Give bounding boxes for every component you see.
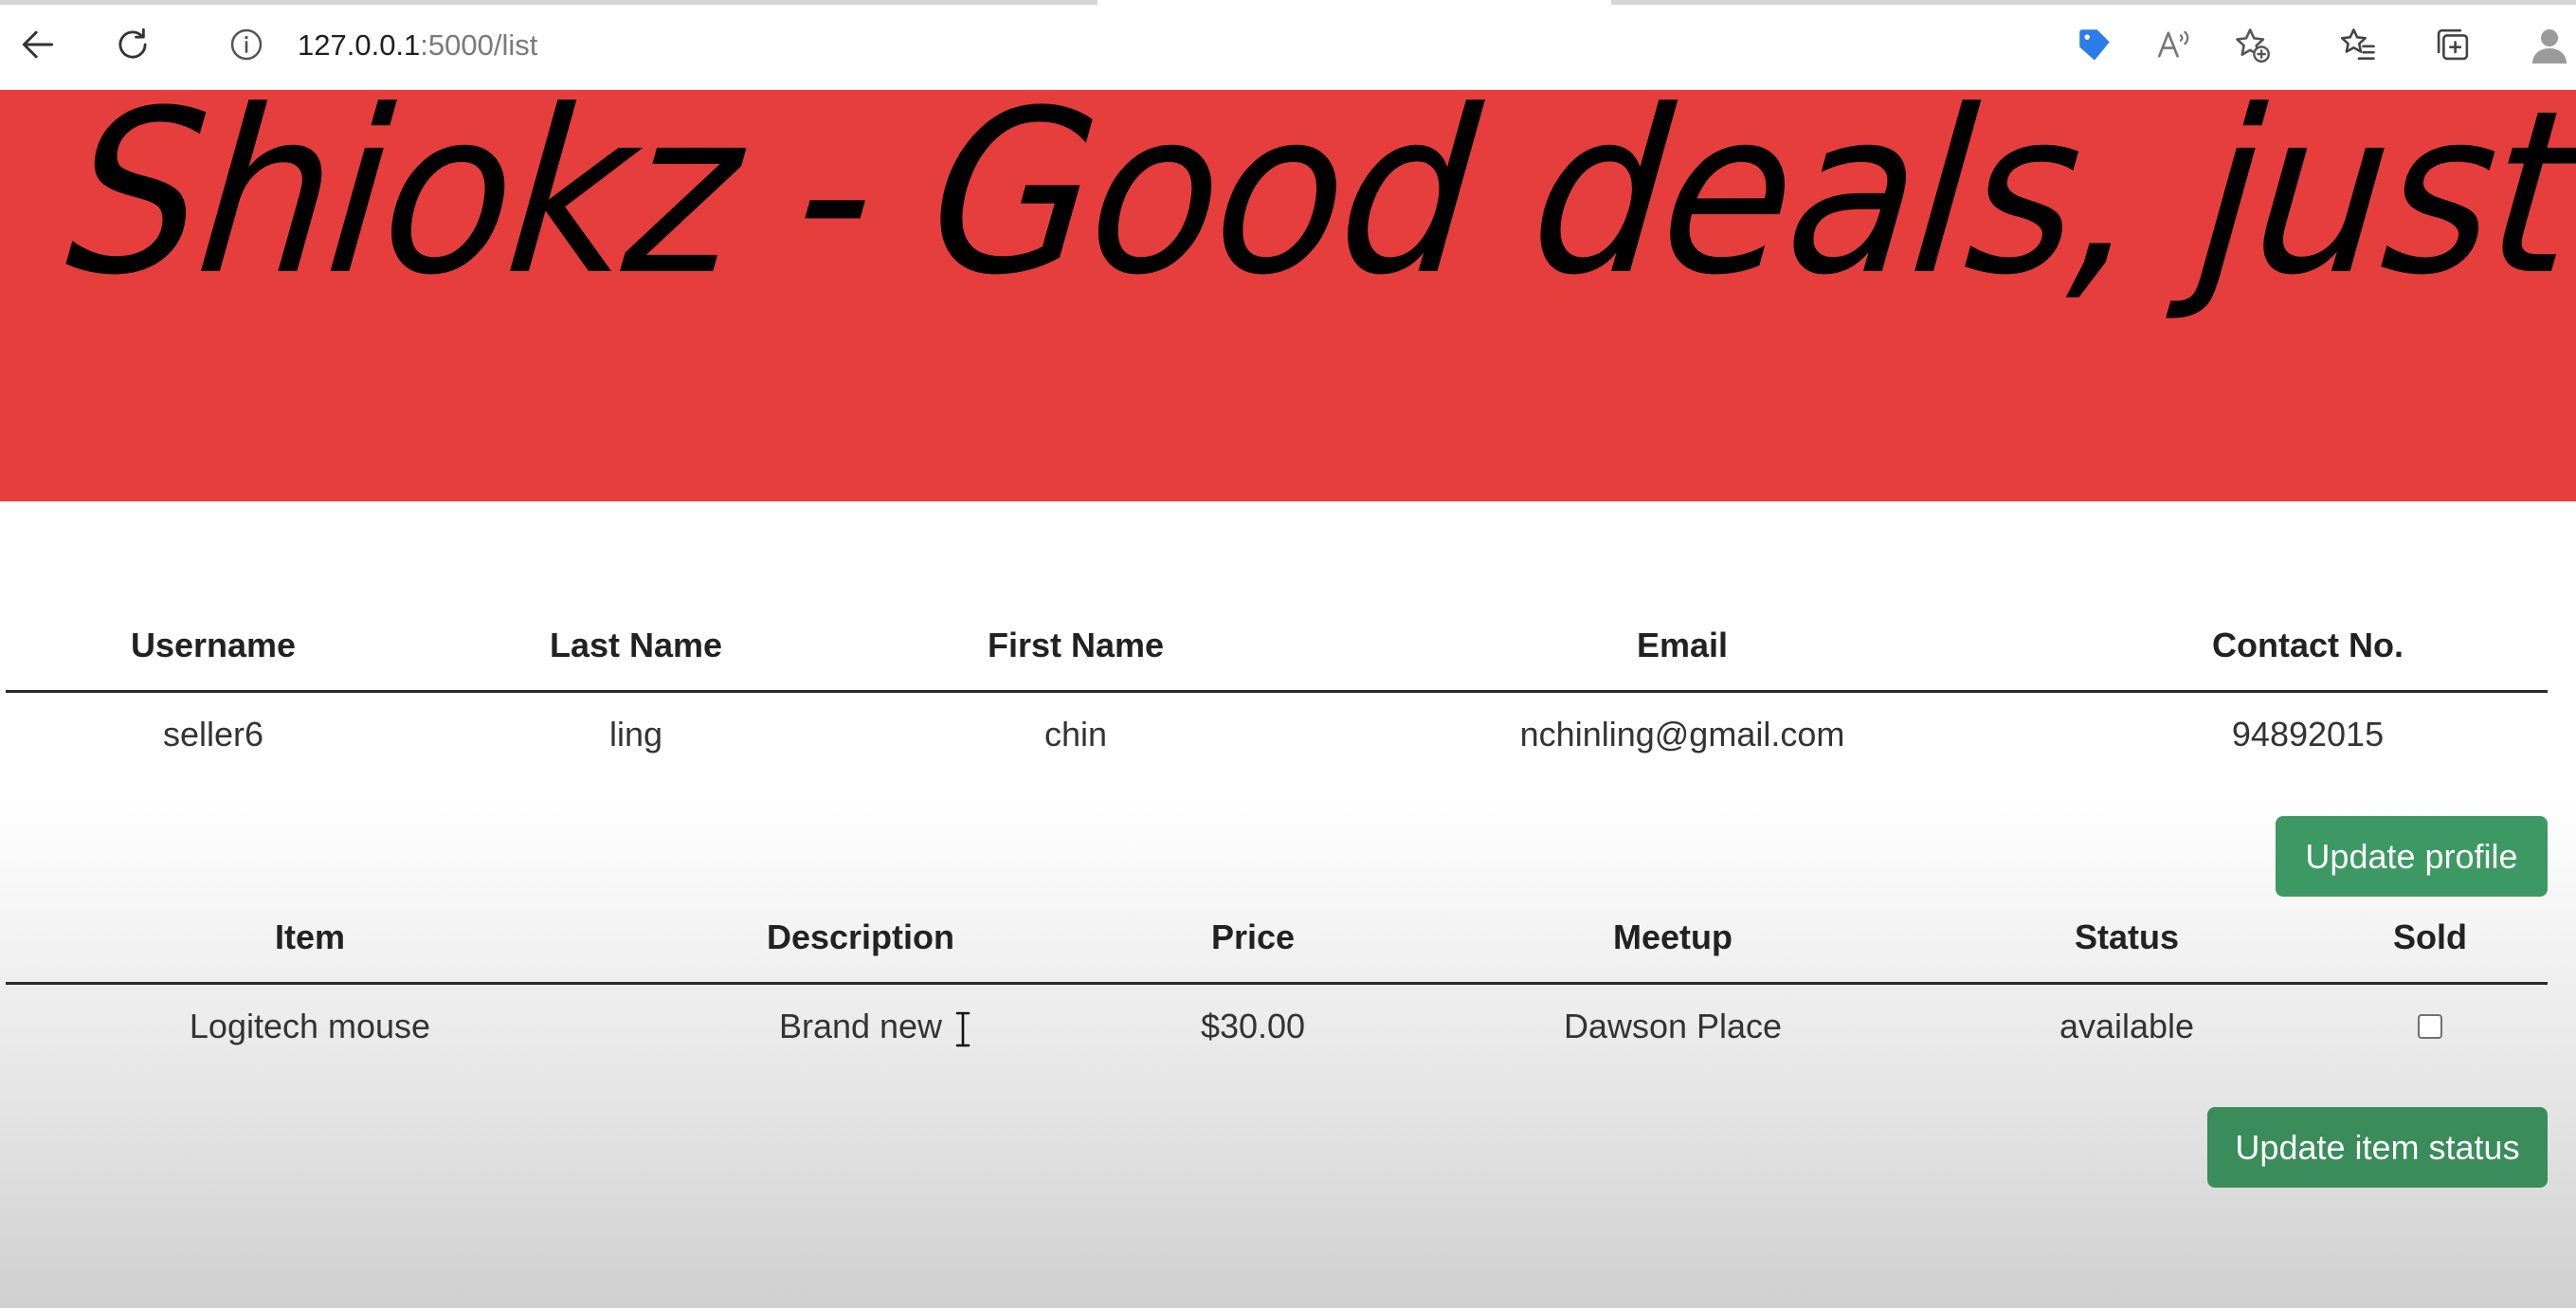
address-bar[interactable]: 127.0.0.1:5000/list xyxy=(298,25,537,66)
refresh-button[interactable] xyxy=(104,16,161,73)
cell-price: $30.00 xyxy=(1200,1007,1306,1045)
column-header-status: Status xyxy=(2074,917,2180,956)
site-info-button[interactable] xyxy=(218,16,275,73)
column-header-meetup: Meetup xyxy=(1613,917,1732,956)
read-aloud-icon xyxy=(2157,30,2189,58)
add-favorite-button[interactable] xyxy=(2223,16,2280,73)
user-profile-table: Username Last Name First Name Email Cont… xyxy=(6,626,2548,777)
back-button[interactable] xyxy=(9,16,66,73)
browser-toolbar: 127.0.0.1:5000/list xyxy=(0,0,2576,91)
column-header-last-name: Last Name xyxy=(549,626,723,664)
read-aloud-button[interactable] xyxy=(2146,16,2203,73)
info-icon xyxy=(230,28,263,61)
table-header-divider xyxy=(6,982,2548,985)
update-profile-button[interactable]: Update profile xyxy=(2276,816,2548,897)
table-row: seller6 ling chin nchinling@gmail.com 94… xyxy=(6,715,2548,762)
collections-button[interactable] xyxy=(2424,16,2481,73)
column-header-description: Description xyxy=(766,917,955,956)
cell-status: available xyxy=(2059,1007,2195,1045)
column-header-sold: Sold xyxy=(2393,917,2467,956)
table-header-divider xyxy=(6,690,2548,693)
favorites-icon xyxy=(2340,28,2375,60)
refresh-icon xyxy=(118,27,147,59)
tab-strip-edge xyxy=(1611,0,2576,5)
table-row: Logitech mouse Brand new $30.00 Dawson P… xyxy=(6,1007,2548,1054)
column-header-username: Username xyxy=(130,626,297,664)
url-host: 127.0.0.1 xyxy=(298,28,421,62)
update-item-status-button[interactable]: Update item status xyxy=(2207,1107,2548,1188)
table-header-row: Username Last Name First Name Email Cont… xyxy=(6,626,2548,673)
back-arrow-icon xyxy=(22,30,54,59)
table-header-row: Item Description Price Meetup Status Sol… xyxy=(6,917,2548,965)
column-header-price: Price xyxy=(1210,917,1296,956)
cell-contact-no: 94892015 xyxy=(2231,715,2385,754)
text-cursor-icon xyxy=(955,1011,971,1047)
collections-icon xyxy=(2437,28,2469,61)
column-header-email: Email xyxy=(1636,626,1729,664)
column-header-contact-no: Contact No. xyxy=(2212,626,2404,664)
site-banner: Shiokz - Good deals, just for you xyxy=(0,90,2576,501)
tab-strip-edge xyxy=(0,0,1098,5)
cell-description: Brand new xyxy=(778,1007,943,1045)
cell-first-name: chin xyxy=(1043,715,1108,754)
add-favorite-icon xyxy=(2236,28,2270,63)
column-header-item: Item xyxy=(274,917,346,956)
profile-button[interactable] xyxy=(2521,16,2576,73)
favorites-button[interactable] xyxy=(2330,16,2386,73)
cell-item: Logitech mouse xyxy=(189,1007,431,1045)
cell-meetup: Dawson Place xyxy=(1563,1007,1783,1045)
url-path: :5000/list xyxy=(420,28,538,62)
cell-last-name: ling xyxy=(608,715,663,754)
cell-username: seller6 xyxy=(162,715,264,754)
cell-email: nchinling@gmail.com xyxy=(1519,715,1845,754)
profile-icon xyxy=(2532,29,2567,64)
shopping-button[interactable] xyxy=(2066,16,2123,73)
column-header-first-name: First Name xyxy=(987,626,1165,664)
banner-slogan: Shiokz - Good deals, just for you xyxy=(58,90,2576,325)
item-listing-table: Item Description Price Meetup Status Sol… xyxy=(6,917,2548,1069)
sold-checkbox[interactable] xyxy=(2418,1014,2442,1039)
shopping-tag-icon xyxy=(2079,29,2110,61)
